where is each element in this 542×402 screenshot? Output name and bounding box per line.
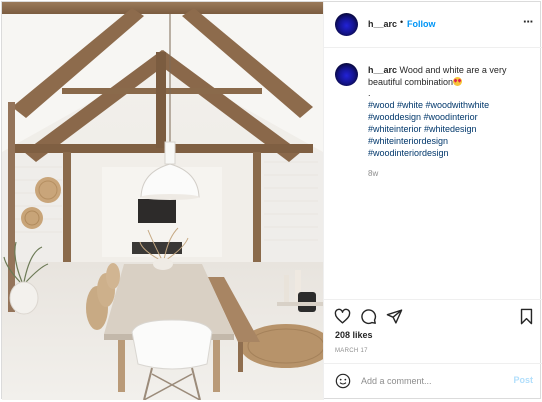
header-username[interactable]: h__arc [368,19,397,29]
post-actions: 208 likes MARCH 17 Post [324,299,542,400]
caption-period: . [368,88,371,98]
header-separator: • [400,17,404,27]
hashtag-line-2[interactable]: #wooddesign #woodinterior [368,111,536,123]
more-options-icon[interactable]: ··· [523,14,534,29]
heart-eyes-emoji-icon [453,77,463,86]
follow-button[interactable]: Follow [407,19,436,29]
caption-avatar[interactable] [335,63,358,86]
comment-bar: Post [324,363,542,401]
caption-username[interactable]: h__arc [368,65,397,75]
bookmark-icon[interactable] [518,308,535,325]
post-caption: h__arc Wood and white are a very beautif… [368,64,536,180]
hashtag-line-1[interactable]: #wood #white #woodwithwhite [368,99,536,111]
post-photo[interactable] [2,2,323,400]
post-header: h__arc • Follow ··· [324,2,542,48]
instagram-post-window: h__arc • Follow ··· h__arc Wood and whit… [1,1,542,400]
heart-icon[interactable] [334,308,351,325]
hashtag-line-4[interactable]: #whiteinteriordesign [368,135,536,147]
hashtag-list: #wood #white #woodwithwhite #wooddesign … [368,99,536,159]
comment-input[interactable] [361,374,501,388]
share-icon[interactable] [386,308,403,325]
hashtag-line-3[interactable]: #whiteinterior #whitedesign [368,123,536,135]
post-date: MARCH 17 [335,348,368,354]
interior-photo-illustration [2,2,323,400]
avatar[interactable] [335,13,358,36]
likes-count[interactable]: 208 likes [335,330,373,340]
hashtag-line-5[interactable]: #woodinteriordesign [368,147,536,159]
caption-age[interactable]: 8w [368,168,536,180]
post-comment-button[interactable]: Post [513,375,533,385]
comment-icon[interactable] [360,308,377,325]
smiley-icon[interactable] [335,373,351,389]
post-details-panel: h__arc • Follow ··· h__arc Wood and whit… [323,2,542,400]
